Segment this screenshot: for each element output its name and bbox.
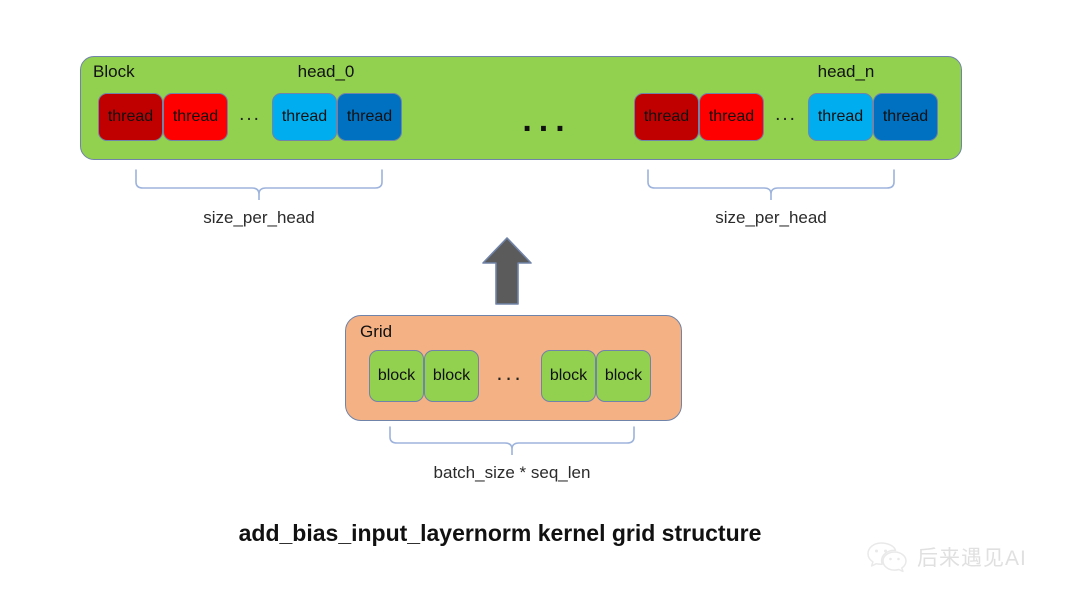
grid-block-cell: block (541, 350, 596, 402)
thread-group-ellipsis: ... (239, 103, 261, 125)
thread-group-head-n: thread thread ... thread thread (634, 93, 938, 141)
curly-brace-icon (135, 169, 383, 200)
head-0-label: head_0 (297, 62, 355, 81)
grid-block-cell: block (369, 350, 424, 402)
block-mid-ellipsis: ... (522, 101, 572, 139)
head-n-label: head_n (817, 62, 875, 81)
thread-group-ellipsis: ... (775, 103, 797, 125)
thread-group-head-0: thread thread ... thread thread (98, 93, 402, 141)
batch-size-seq-len-brace: batch_size * seq_len (388, 425, 636, 482)
size-per-head-label-left: size_per_head (203, 208, 315, 227)
thread-cell: thread (808, 93, 873, 141)
thread-cell: thread (337, 93, 402, 141)
watermark-text: 后来遇见AI (917, 547, 1027, 570)
thread-cell: thread (163, 93, 228, 141)
grid-title: Grid (360, 322, 393, 341)
grid-container: Grid block block ... block block (345, 315, 682, 421)
diagram-caption: add_bias_input_layernorm kernel grid str… (238, 520, 762, 546)
thread-cell: thread (98, 93, 163, 141)
watermark: 后来遇见AI (866, 540, 1027, 574)
grid-ellipsis: ... (496, 359, 524, 385)
grid-block-row: block block ... block block (369, 350, 651, 402)
size-per-head-brace-left: size_per_head (134, 168, 384, 227)
wechat-icon (867, 542, 907, 573)
block-container: Block head_0 head_n thread thread ... th… (80, 56, 962, 160)
grid-block-cell: block (424, 350, 479, 402)
size-per-head-brace-right: size_per_head (646, 168, 896, 227)
up-arrow-icon (482, 237, 532, 305)
thread-cell: thread (634, 93, 699, 141)
size-per-head-label-right: size_per_head (715, 208, 827, 227)
thread-cell: thread (873, 93, 938, 141)
thread-cell: thread (272, 93, 337, 141)
curly-brace-icon (647, 169, 895, 200)
curly-brace-icon (389, 426, 635, 455)
thread-cell: thread (699, 93, 764, 141)
grid-block-cell: block (596, 350, 651, 402)
batch-size-seq-len-label: batch_size * seq_len (433, 463, 591, 482)
block-title: Block (93, 62, 135, 81)
